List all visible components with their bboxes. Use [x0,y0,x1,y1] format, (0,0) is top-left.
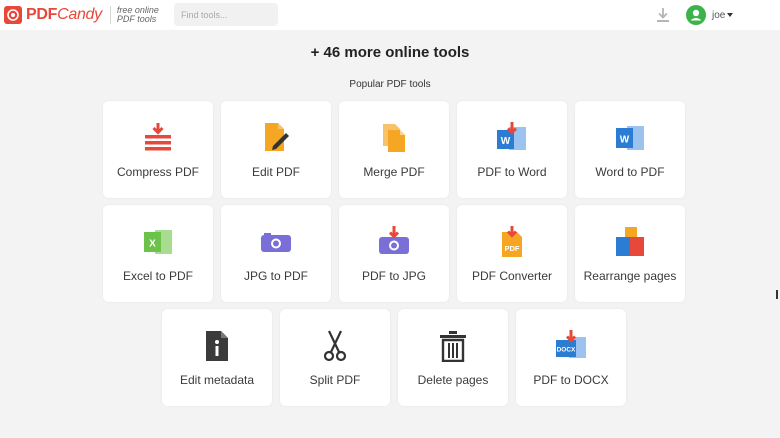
tool-card-pdf-to-docx[interactable]: DOCX PDF to DOCX [516,309,626,406]
word-to-pdf-icon: W [614,122,646,154]
tool-card-merge-pdf[interactable]: Merge PDF [339,101,449,198]
tool-label: Excel to PDF [122,269,194,283]
tool-label: Edit PDF [251,165,300,179]
jpg-icon [260,226,292,258]
tool-label: Rearrange pages [583,269,677,283]
top-header: PDFCandy free online PDF tools joe [0,0,780,30]
download-icon[interactable] [654,6,672,24]
tool-label: JPG to PDF [243,269,308,283]
info-icon [201,330,233,362]
tool-card-edit-pdf[interactable]: Edit PDF [221,101,331,198]
chevron-down-icon [727,13,734,17]
svg-text:DOCX: DOCX [557,347,576,354]
logo-wordmark: PDFCandy [26,6,102,23]
tool-label: PDF to DOCX [533,373,609,387]
compress-icon [142,122,174,154]
user-name: joe [712,9,726,21]
rearrange-icon [614,226,646,258]
text-cursor [776,290,778,299]
edit-pdf-icon [260,122,292,154]
tool-card-delete-pages[interactable]: Delete pages [398,309,508,406]
tool-label: PDF to JPG [361,269,426,283]
logo-icon [4,6,22,24]
scissors-icon [319,330,351,362]
svg-text:W: W [620,135,630,146]
pdf-to-word-icon: W [496,122,528,154]
page-title: + 46 more online tools [310,44,470,61]
tool-label: Split PDF [309,373,361,387]
tool-label: PDF to Word [477,165,547,179]
svg-text:W: W [501,136,511,147]
section-subtitle: Popular PDF tools [349,79,431,90]
tool-card-rearrange-pages[interactable]: Rearrange pages [575,205,685,302]
pdf-to-docx-icon: DOCX [555,330,587,362]
tool-card-word-to-pdf[interactable]: W Word to PDF [575,101,685,198]
svg-text:X: X [149,239,156,250]
pdf-converter-icon: PDF [496,226,528,258]
tool-label: Word to PDF [595,165,665,179]
tool-label: Compress PDF [116,165,199,179]
tool-card-split-pdf[interactable]: Split PDF [280,309,390,406]
tool-card-pdf-to-word[interactable]: W PDF to Word [457,101,567,198]
tool-card-pdf-to-jpg[interactable]: PDF to JPG [339,205,449,302]
tool-label: Edit metadata [179,373,255,387]
merge-icon [378,122,410,154]
user-menu[interactable]: joe [686,4,734,26]
tool-card-jpg-to-pdf[interactable]: JPG to PDF [221,205,331,302]
excel-icon: X [142,226,174,258]
tool-card-compress-pdf[interactable]: Compress PDF [103,101,213,198]
search-input[interactable] [174,3,278,26]
tool-card-excel-to-pdf[interactable]: X Excel to PDF [103,205,213,302]
logo-tagline: free online PDF tools [116,5,159,24]
tool-label: Delete pages [417,373,489,387]
logo-divider [109,6,111,24]
tool-card-edit-metadata[interactable]: Edit metadata [162,309,272,406]
logo[interactable]: PDFCandy free online PDF tools [4,4,159,26]
pdf-to-jpg-icon [378,226,410,258]
tool-label: Merge PDF [363,165,425,179]
tool-card-pdf-converter[interactable]: PDF PDF Converter [457,205,567,302]
svg-text:PDF: PDF [505,244,520,253]
tool-label: PDF Converter [471,269,553,283]
trash-icon [437,330,469,363]
user-icon [686,5,706,25]
